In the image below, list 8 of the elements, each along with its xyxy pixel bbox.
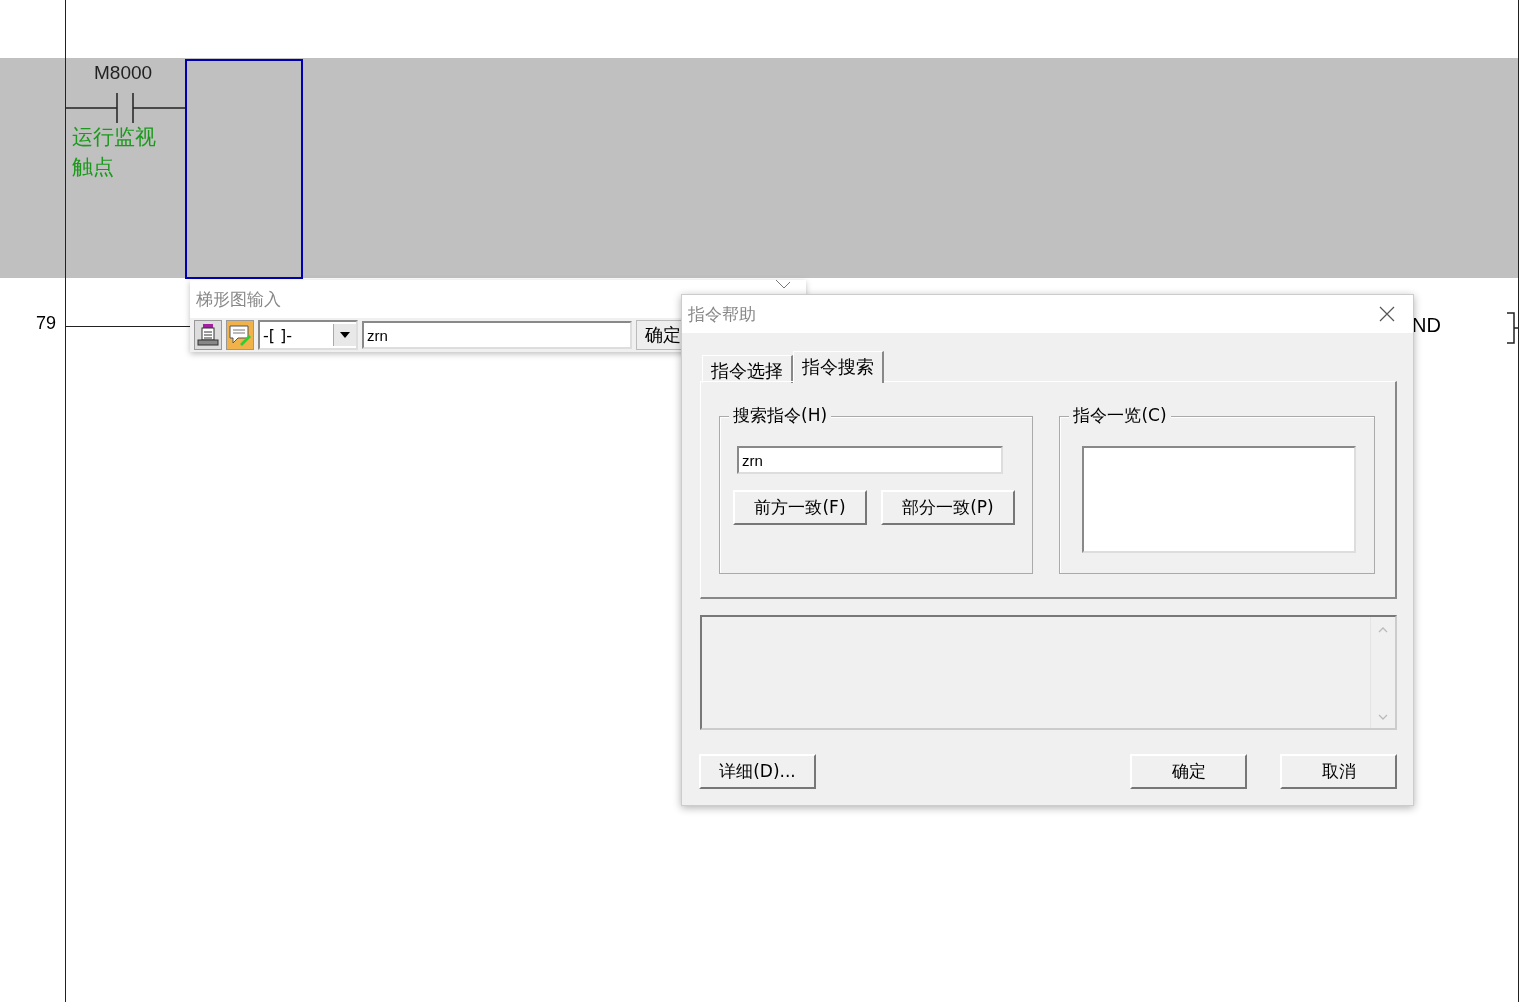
group-label: 指令一览(C) bbox=[1069, 404, 1171, 427]
window-title: 梯形图输入 bbox=[196, 287, 281, 311]
dialog-title: 指令帮助 bbox=[688, 302, 756, 326]
device-label: M8000 bbox=[94, 62, 153, 84]
group-label: 搜索指令(H) bbox=[729, 404, 832, 427]
step-number: 79 bbox=[36, 313, 57, 334]
instruction-label: ND bbox=[1412, 314, 1441, 337]
device-comment: 运行监视触点 bbox=[72, 124, 157, 181]
